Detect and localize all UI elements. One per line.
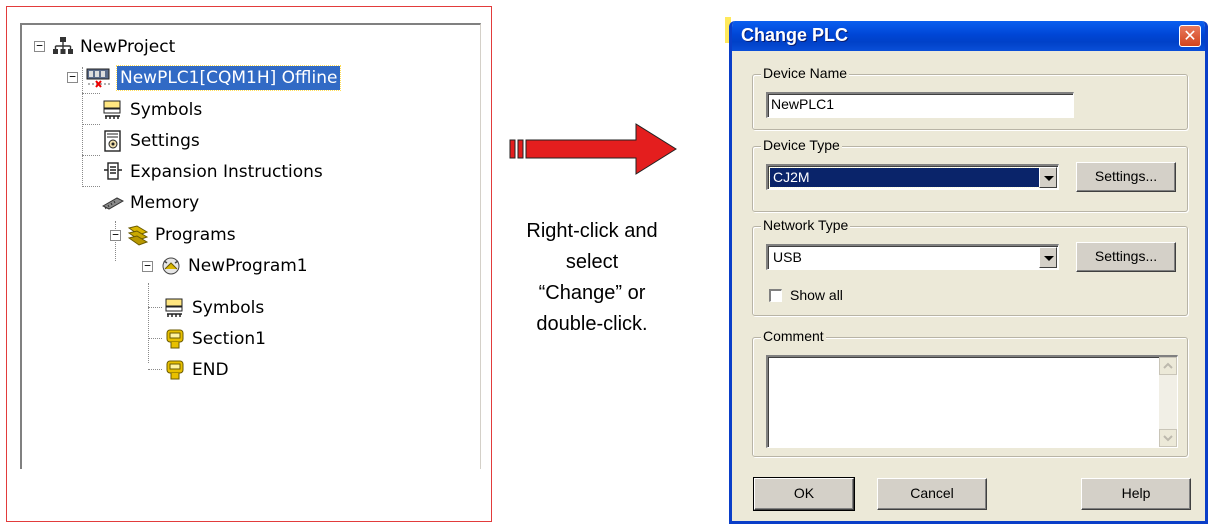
project-tree[interactable]: − NewProject − NewPLC1[CQM1H] Offline Sy… [20,23,481,469]
caption-line: “Change” or [538,282,646,304]
tree-connector [82,124,100,125]
right-arrow-icon [509,123,677,175]
tree-item-end[interactable]: END [164,357,232,383]
tree-item-label: Expansion Instructions [130,162,323,182]
tree-item-symbols[interactable]: Symbols [102,97,205,123]
tree-connector [82,93,100,94]
network-icon [52,36,74,58]
tree-item-memory[interactable]: Memory [101,190,202,216]
device-type-group: Device Type CJ2M Settings... [752,137,1188,212]
tree-item-plc[interactable]: NewPLC1[CQM1H] Offline [84,65,342,91]
show-all-label[interactable]: Show all [790,287,843,303]
network-type-value: USB [773,249,802,265]
network-type-settings-button[interactable]: Settings... [1076,242,1176,272]
button-label: Settings... [1094,168,1158,184]
button-label: Settings... [1094,248,1158,264]
comment-scrollbar[interactable] [1159,357,1177,447]
tree-item-program-symbols[interactable]: Symbols [164,295,267,321]
network-type-label: Network Type [761,217,851,233]
comment-label: Comment [761,328,826,344]
dialog-title: Change PLC [741,25,849,45]
tree-connector [148,338,162,339]
show-all-checkbox[interactable] [769,289,782,302]
tree-item-program[interactable]: NewProgram1 [160,253,311,279]
tree-item-label: NewPLC1[CQM1H] Offline [115,65,342,91]
tree-connector [82,186,100,187]
caption-line: double-click. [536,313,648,335]
button-label: Cancel [910,485,954,501]
network-type-select[interactable]: USB [766,244,1059,270]
tree-item-expansion-instructions[interactable]: Expansion Instructions [102,159,326,185]
tree-connector [82,155,100,156]
tree-connector [115,221,116,261]
scroll-down-icon[interactable] [1159,429,1177,447]
device-name-group: Device Name NewPLC1 [752,65,1188,130]
section-icon [164,359,186,381]
tree-connector [148,307,162,308]
cancel-button[interactable]: Cancel [877,478,987,510]
tree-item-settings[interactable]: Settings [102,128,203,154]
chevron-down-icon[interactable] [1039,247,1057,268]
collapse-toggle[interactable]: − [110,229,121,241]
close-icon: ✕ [1183,26,1197,45]
tree-item-label: Settings [130,131,200,151]
change-plc-dialog: Change PLC ✕ Device Name NewPLC1 Device … [729,21,1208,524]
device-name-value: NewPLC1 [771,96,835,112]
device-name-field[interactable]: NewPLC1 [766,92,1074,118]
tree-item-label: Symbols [130,100,203,120]
comment-group: Comment [752,328,1188,457]
section-icon [164,328,186,350]
network-type-group: Network Type USB Settings... Show all [752,217,1188,316]
collapse-toggle[interactable]: − [34,40,45,52]
symbols-icon [164,297,186,319]
device-type-label: Device Type [761,137,842,153]
tree-item-label: NewProject [80,37,176,57]
device-type-settings-button[interactable]: Settings... [1076,162,1176,192]
close-button[interactable]: ✕ [1179,25,1201,47]
help-button[interactable]: Help [1081,478,1191,510]
programs-icon [127,224,149,246]
collapse-toggle[interactable]: − [142,260,153,272]
caption-line: Right-click and [526,220,658,242]
tree-item-programs[interactable]: Programs [127,222,239,248]
tree-item-label: Programs [155,225,236,245]
device-type-select[interactable]: CJ2M [766,164,1059,190]
symbols-icon [102,99,124,121]
ok-button[interactable]: OK [753,477,855,511]
program-icon [160,255,182,277]
tree-item-section1[interactable]: Section1 [164,326,269,352]
caption-line: select [565,251,619,273]
tree-connector [82,67,83,187]
comment-textarea[interactable] [766,355,1178,448]
tree-item-label: NewProgram1 [188,256,308,276]
settings-icon [102,130,124,152]
chevron-down-icon[interactable] [1039,167,1057,188]
button-label: Help [1121,485,1151,501]
button-label: OK [793,485,815,501]
tree-item-label: Symbols [192,298,265,318]
scroll-up-icon[interactable] [1159,357,1177,375]
dialog-titlebar[interactable]: Change PLC ✕ [732,21,1205,51]
device-name-label: Device Name [761,65,850,81]
tree-item-project[interactable]: NewProject [52,34,178,60]
plc-offline-icon [84,67,114,89]
tree-connector [148,369,162,370]
tree-item-label: Memory [130,193,200,213]
expansion-icon [102,161,124,183]
tree-item-label: END [192,360,229,380]
instruction-caption: Right-click and select “Change” or doubl… [498,216,686,340]
device-type-value: CJ2M [769,167,1057,188]
collapse-toggle[interactable]: − [67,71,78,83]
tree-item-label: Section1 [192,329,266,349]
tree-connector [148,283,149,363]
memory-icon [101,192,125,214]
